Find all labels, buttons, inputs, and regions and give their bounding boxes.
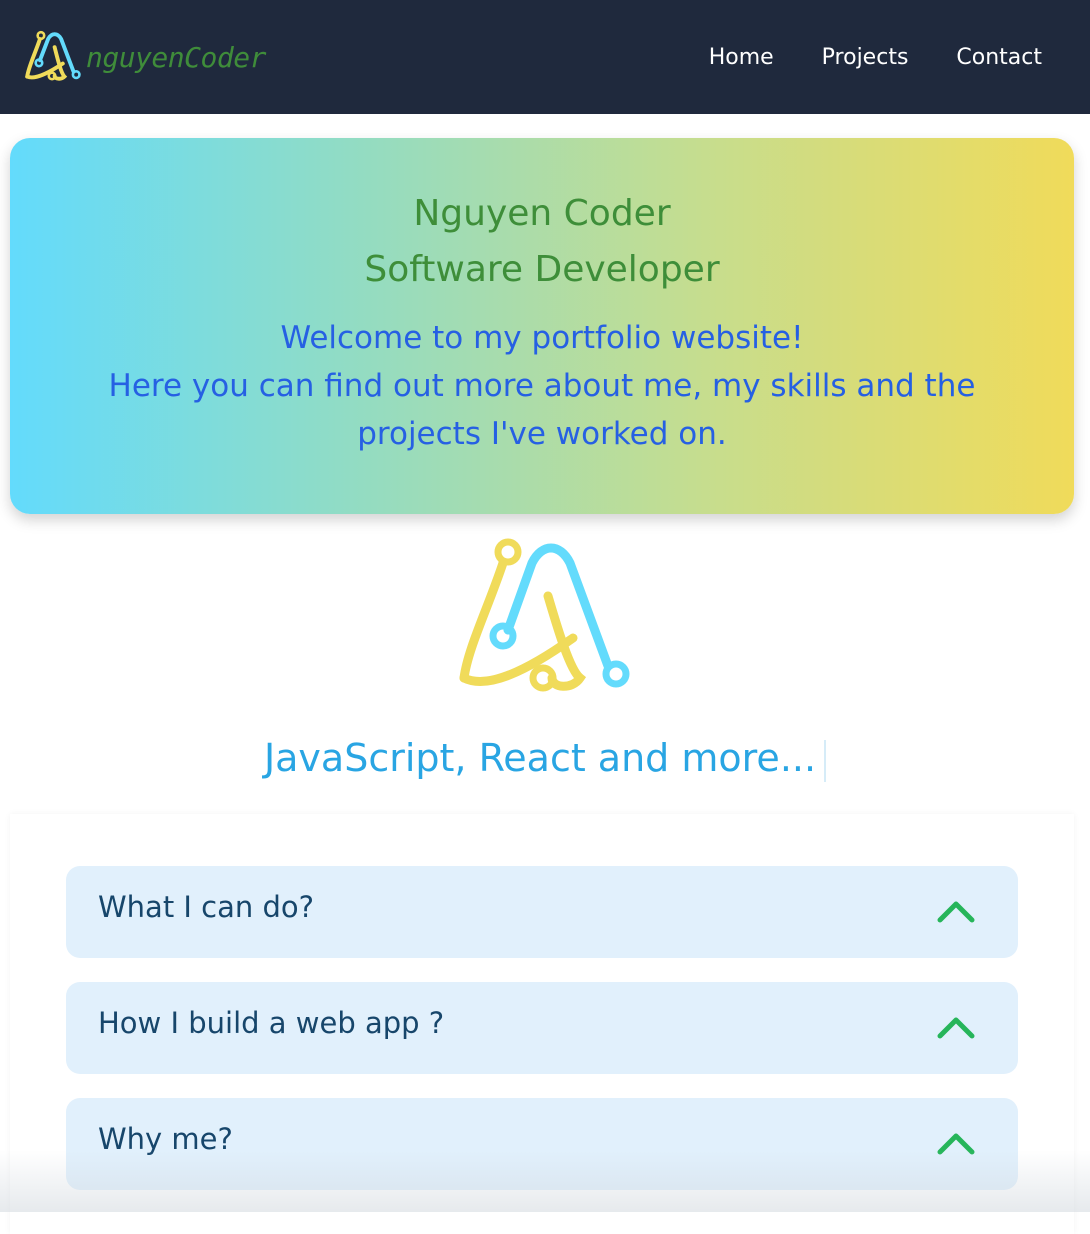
logo-icon bbox=[448, 538, 638, 698]
hero-welcome-line2: Here you can find out more about me, my … bbox=[108, 368, 976, 452]
chevron-up-icon[interactable] bbox=[936, 1128, 976, 1158]
nav-link-home[interactable]: Home bbox=[709, 45, 774, 70]
hero-banner: Nguyen Coder Software Developer Welcome … bbox=[10, 138, 1074, 514]
navbar: nguyenCoder Home Projects Contact bbox=[0, 0, 1090, 114]
faq-title: How I build a web app ? bbox=[98, 1006, 445, 1040]
hero-name: Nguyen Coder bbox=[413, 193, 671, 234]
faq-item-what-i-can-do[interactable]: What I can do? bbox=[66, 866, 1018, 958]
hero-welcome-line1: Welcome to my portfolio website! bbox=[280, 320, 804, 356]
faq-item-how-i-build[interactable]: How I build a web app ? bbox=[66, 982, 1018, 1074]
logo-icon bbox=[22, 29, 84, 85]
brand-name: nguyenCoder bbox=[86, 40, 266, 74]
hero-welcome: Welcome to my portfolio website! Here yo… bbox=[10, 314, 1074, 458]
brand[interactable]: nguyenCoder bbox=[22, 29, 266, 85]
tagline: JavaScript, React and more... bbox=[0, 730, 1090, 786]
chevron-up-icon[interactable] bbox=[936, 896, 976, 926]
tagline-text: JavaScript, React and more... bbox=[263, 736, 817, 780]
faq-title: What I can do? bbox=[98, 890, 315, 924]
nav-link-contact[interactable]: Contact bbox=[956, 45, 1042, 70]
nav-link-projects[interactable]: Projects bbox=[822, 45, 909, 70]
hero-role: Software Developer bbox=[364, 249, 720, 290]
nav-links: Home Projects Contact bbox=[709, 45, 1042, 70]
faq-item-why-me[interactable]: Why me? bbox=[66, 1098, 1018, 1190]
faq-title: Why me? bbox=[98, 1122, 233, 1156]
chevron-up-icon[interactable] bbox=[936, 1012, 976, 1042]
typing-caret bbox=[824, 739, 827, 782]
faq-accordion: What I can do? How I build a web app ? W… bbox=[10, 814, 1074, 1234]
